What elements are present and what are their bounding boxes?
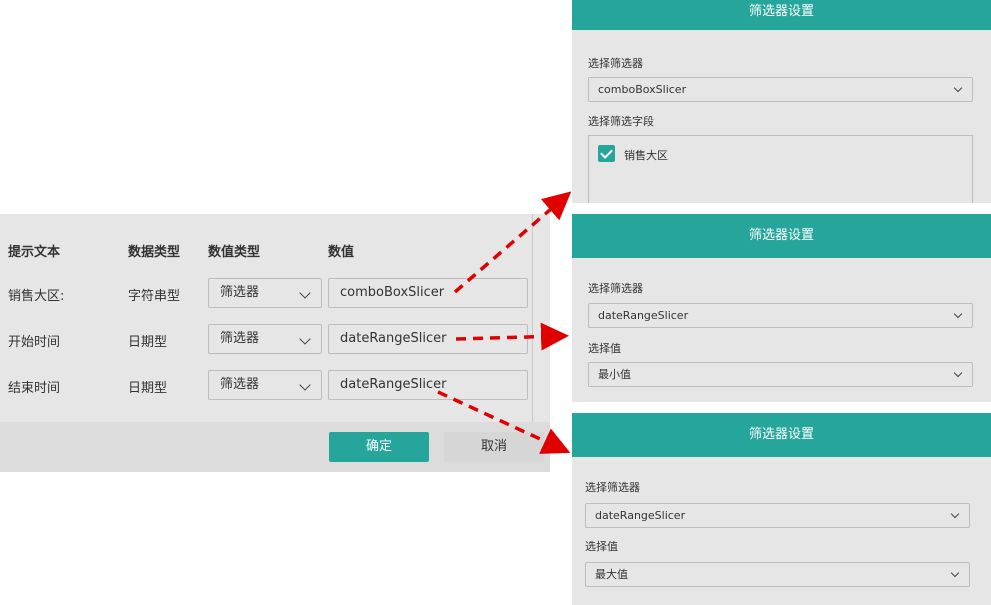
arrow-to-panel-2 [455,322,569,351]
arrow-to-panel-1 [453,191,572,294]
connector-arrows [437,191,572,454]
arrow-to-panel-3 [437,390,571,454]
